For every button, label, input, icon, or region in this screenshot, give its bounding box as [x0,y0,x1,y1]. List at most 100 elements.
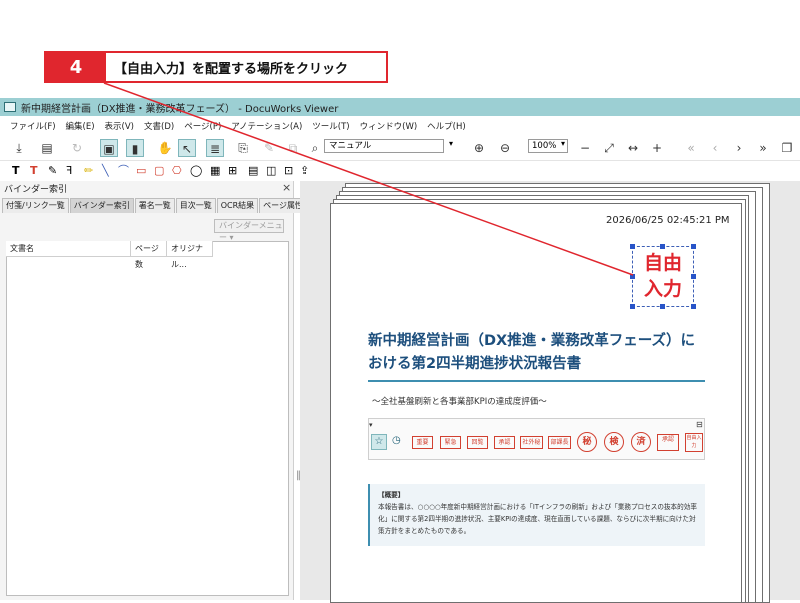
binder-menu-button[interactable]: バインダーメニュー ▾ [214,219,284,242]
tab-sticky-links[interactable]: 付箋/リンク一覧 [2,198,69,213]
document-title: 新中期経営計画（DX推進・業務改革フェーズ）に おける第2四半期進捗状況報告書 [368,330,708,376]
curve-icon[interactable]: ⌒ [118,163,129,179]
resize-handle[interactable] [691,244,696,249]
rectangle-icon[interactable]: ▭ [136,163,146,179]
search-dropdown-icon[interactable]: ▾ [449,139,453,148]
select-arrow-icon[interactable]: ↖ [178,139,196,157]
menu-view[interactable]: 表示(V) [105,120,134,132]
timestamp-annotation[interactable]: 2026/06/25 02:45:21 PM [606,215,730,226]
search-icon[interactable]: ⌕ [306,139,324,157]
fit-width-icon[interactable]: ↔ [624,139,642,157]
stamp-urgent[interactable]: 緊急 [440,436,461,449]
summary-line: 化」に関する第2四半期の進捗状況、主要KPIの達成度、現在直面している課題、なら… [378,515,696,523]
next-page-icon[interactable]: › [730,139,748,157]
stamp-approve-dated[interactable]: 承認 [657,434,679,451]
page-number-icon[interactable]: ◫ [266,163,276,179]
stamp-approval[interactable]: 承認 [494,436,515,449]
tab-binder-index[interactable]: バインダー索引 [69,198,134,213]
stamp-secret-circle[interactable]: 秘 [577,432,597,452]
print-icon[interactable]: ▤ [38,139,56,157]
stamp-inspected-circle[interactable]: 検 [604,432,624,452]
text-select-icon[interactable]: ≣ [206,139,224,157]
resize-handle[interactable] [691,304,696,309]
stamp-manager[interactable]: 部課長 [548,436,571,449]
ellipse-icon[interactable]: ◯ [190,163,202,179]
menu-help[interactable]: ヘルプ(H) [427,120,466,132]
note-icon[interactable]: ▢ [154,163,164,179]
zoom-dropdown-icon[interactable]: ▾ [561,139,565,148]
history-clock-icon[interactable]: ◷ [392,435,401,446]
column-original[interactable]: オリジナル... [167,241,213,269]
menu-document[interactable]: 文書(D) [144,120,174,132]
menu-page[interactable]: ページ(P) [184,120,221,132]
tab-toc[interactable]: 目次一覧 [175,198,216,213]
text-edit-icon[interactable]: ✎ [48,163,57,179]
stamp-important[interactable]: 重要 [412,436,433,449]
hand-tool-icon[interactable]: ✋ [156,139,174,157]
summary-line: 本報告書は、○○○○年度新中期経営計画における「ITインフラの刷新」および「業務… [378,503,697,511]
search-input[interactable]: マニュアル [324,139,444,153]
palette-pin-icon[interactable]: ⊟ [696,420,703,429]
image-icon[interactable]: ▦ [210,163,220,179]
first-page-icon[interactable]: « [682,139,700,157]
column-document-name[interactable]: 文書名 [6,241,131,257]
prev-page-icon[interactable]: ‹ [706,139,724,157]
add-annotation-icon[interactable]: ⇪ [300,163,309,179]
import-icon[interactable]: ⤓ [10,139,28,157]
tab-ocr[interactable]: OCR結果 [216,198,259,213]
line-icon[interactable]: ╲ [102,163,109,179]
copy-page-icon[interactable]: ⎘ [234,139,252,157]
document-list[interactable] [6,241,289,596]
menu-annotation[interactable]: アノテーション(A) [231,120,302,132]
menu-edit[interactable]: 編集(E) [66,120,95,132]
text-annotation-icon[interactable]: T [12,163,20,179]
stamp-done-circle[interactable]: 済 [631,432,651,452]
document-title-line: 新中期経営計画（DX推進・業務改革フェーズ）に [368,333,695,349]
free-input-line: 入力 [643,278,682,300]
menu-tools[interactable]: ツール(T) [312,120,349,132]
zoom-out-page-icon[interactable]: ⊖ [496,139,514,157]
resize-handle[interactable] [630,304,635,309]
stamp-free-input[interactable]: 自由入力 [685,433,703,452]
palette-dropdown-icon[interactable]: ▾ [369,421,373,429]
stamp-confidential[interactable]: 社外秘 [520,436,543,449]
document-title-line: おける第2四半期進捗状況報告書 [368,356,582,372]
tab-signatures[interactable]: 署名一覧 [134,198,175,213]
window-title-bar: 新中期経営計画（DX推進・業務改革フェーズ） - DocuWorks Viewe… [0,98,800,116]
resize-handle[interactable] [691,274,696,279]
resize-handle[interactable] [660,304,665,309]
text-red-annotation-icon[interactable]: T [30,163,38,179]
text-style-icon[interactable]: ꟻ [66,163,72,179]
free-input-stamp[interactable]: 自由 入力 [632,246,694,307]
menu-window[interactable]: ウィンドウ(W) [360,120,418,132]
docuworks-app-icon [4,102,16,112]
resize-handle[interactable] [630,244,635,249]
favorite-star-icon[interactable]: ☆ [371,434,387,450]
title-divider [368,380,705,382]
panel-title: バインダー索引 [4,185,68,195]
window-icon[interactable]: ❐ [778,139,796,157]
page-view-icon[interactable]: ▣ [100,139,118,157]
rotate-icon[interactable]: ↻ [68,139,86,157]
resize-handle[interactable] [660,244,665,249]
edit-icon[interactable]: ✎ [260,139,278,157]
comment-icon[interactable]: ▤ [248,163,258,179]
fit-page-icon[interactable]: ⤢ [600,139,618,157]
menu-file[interactable]: ファイル(F) [10,120,56,132]
column-page-count[interactable]: ページ数 [131,241,167,269]
zoom-in-page-icon[interactable]: ⊕ [470,139,488,157]
zoom-in-icon[interactable]: + [648,139,666,157]
annotation-toolbar: T T ✎ ꟻ ✏ ╲ ⌒ ▭ ▢ ⎔ ◯ ▦ ⊞ ▤ ◫ ⊡ ⇪ [0,161,320,181]
page-edit-icon[interactable]: ▮ [126,139,144,157]
link-icon[interactable]: ⊞ [228,163,237,179]
insert-icon[interactable]: ⧉ [284,139,302,157]
stamp-circulate[interactable]: 回覧 [467,436,488,449]
resize-handle[interactable] [630,274,635,279]
close-icon[interactable]: × [282,181,291,194]
stamp-icon[interactable]: ⎔ [172,163,182,179]
zoom-out-icon[interactable]: − [576,139,594,157]
last-page-icon[interactable]: » [754,139,772,157]
marker-icon[interactable]: ✏ [84,163,93,179]
step-number: 4 [46,53,106,81]
sticky-icon[interactable]: ⊡ [284,163,293,179]
